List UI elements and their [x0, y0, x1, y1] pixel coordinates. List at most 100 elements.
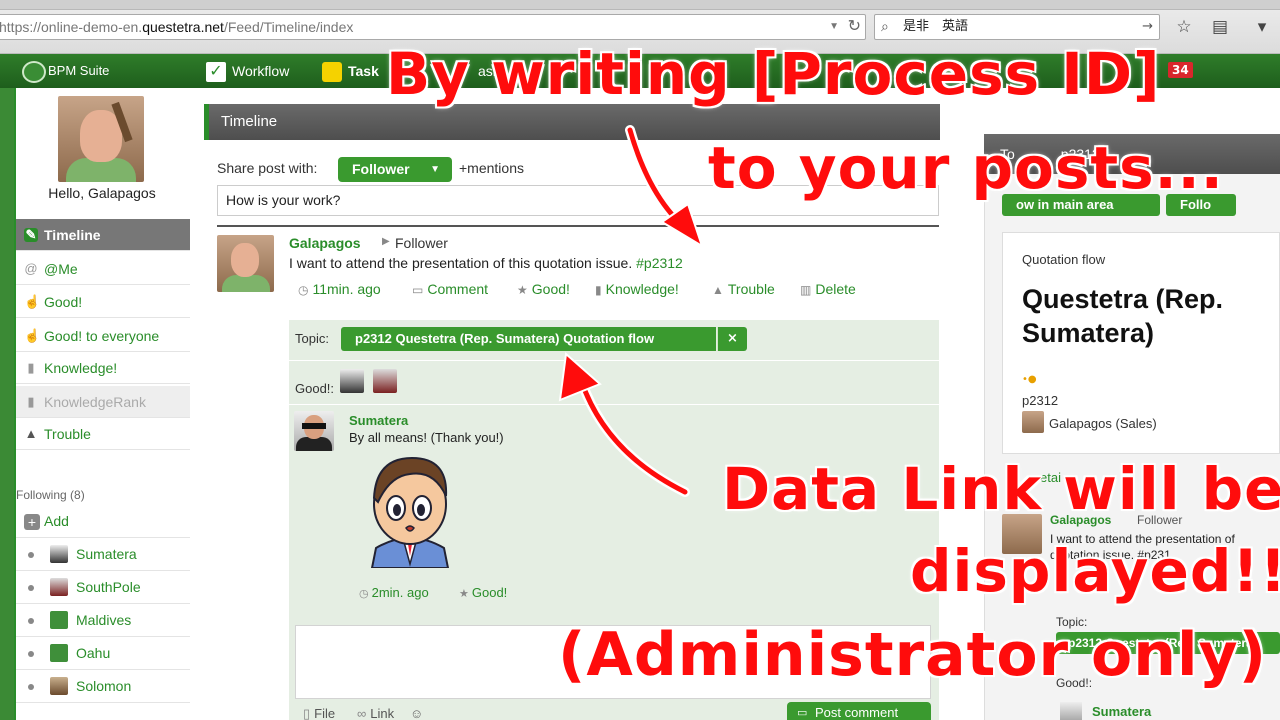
avatar — [50, 545, 68, 563]
bpm-suite-logo[interactable]: BPM Suite — [22, 59, 109, 83]
comment-button[interactable]: ▭ Comment — [412, 281, 488, 297]
following-item[interactable]: Sumatera — [16, 538, 190, 571]
sidebar-edge — [0, 88, 14, 720]
avatar — [1022, 411, 1044, 433]
divider — [289, 360, 939, 361]
post-comment-button[interactable]: ▭ Post comment — [787, 702, 931, 720]
search-icon: ⌕ — [881, 19, 889, 35]
avatar — [50, 677, 68, 695]
avatar — [1060, 702, 1082, 720]
pocket-icon[interactable]: ▾ — [1250, 14, 1274, 40]
url-dropdown-icon[interactable]: ▼ — [829, 15, 839, 39]
nav-workflow-label: Workflow — [232, 63, 290, 79]
process-id-link[interactable]: #p2312 — [636, 255, 683, 271]
address-bar[interactable]: https://online-demo-en.questetra.net/Fee… — [0, 14, 866, 40]
sidebar-item-good[interactable]: ☝ Good! — [16, 286, 190, 318]
sidebar-item-knowledge-rank[interactable]: ▮ KnowledgeRank — [16, 386, 190, 418]
notification-badge[interactable]: 34 — [1168, 62, 1193, 78]
reply-time[interactable]: ◷ 2min. ago — [359, 585, 429, 600]
browser-tab-strip — [0, 0, 1280, 10]
post-audience: Follower — [395, 235, 448, 251]
caption-line-2: to your posts... — [707, 133, 1224, 203]
reply-text: By all means! (Thank you!) — [349, 430, 504, 445]
caption-line-1: By writing [Process ID] — [385, 39, 1161, 109]
post-author[interactable]: Galapagos — [289, 235, 361, 251]
warning-icon: ▲ — [24, 426, 38, 441]
mentions-link[interactable]: +mentions — [459, 160, 524, 176]
nav-workflow[interactable]: ✓ Workflow — [206, 60, 290, 83]
good-button[interactable]: ★ Good! — [517, 281, 570, 297]
status-dot — [28, 684, 34, 690]
share-target-dropdown[interactable]: Follower ▼ — [338, 157, 452, 182]
sidebar-item-timeline[interactable]: ✎ Timeline — [16, 219, 190, 251]
cartoon-sticker — [370, 456, 450, 568]
following-item[interactable]: SouthPole — [16, 571, 190, 604]
user-avatar[interactable] — [58, 96, 144, 182]
following-name: Sumatera — [76, 546, 137, 562]
knowledge-label: Knowledge! — [605, 281, 679, 297]
clock-icon: ◷ — [359, 588, 369, 600]
process-title: Questetra (Rep. Sumatera) — [1022, 284, 1224, 348]
process-model-name: Quotation flow — [1022, 252, 1106, 267]
process-status-dots: •● — [1022, 374, 1037, 385]
sidebar-item-label: Trouble — [44, 426, 91, 442]
data-link-topic[interactable]: p2312 Questetra (Rep. Sumatera) Quotatio… — [341, 327, 716, 351]
knowledge-button[interactable]: ▮ Knowledge! — [595, 281, 679, 297]
sidebar-item-knowledge[interactable]: ▮ Knowledge! — [16, 352, 190, 384]
good-list-label: Good!: — [295, 381, 335, 396]
following-item[interactable]: Oahu — [16, 637, 190, 670]
checkmark-icon: ✓ — [206, 62, 226, 83]
link-icon: ∞ — [357, 706, 367, 720]
following-name: Solomon — [76, 678, 132, 694]
plus-icon: + — [24, 514, 40, 530]
link-button[interactable]: ∞ Link — [357, 706, 394, 720]
status-dot — [28, 585, 34, 591]
close-icon[interactable]: × — [717, 327, 747, 351]
right-reply-author[interactable]: Sumatera — [1092, 704, 1151, 719]
avatar — [50, 578, 68, 596]
good-label: Good! — [531, 281, 570, 297]
star-icon: ★ — [459, 588, 469, 600]
comment-icon: ▭ — [412, 283, 424, 297]
trash-icon: ▥ — [800, 283, 812, 297]
comment-icon: ▭ — [797, 707, 808, 719]
post-time[interactable]: ◷ 11min. ago — [298, 281, 381, 297]
following-name: SouthPole — [76, 579, 141, 595]
sidebar-item-label: Timeline — [44, 227, 101, 243]
reply-good-button[interactable]: ★ Good! — [459, 585, 507, 600]
reply-author[interactable]: Sumatera — [349, 413, 408, 428]
task-icon — [322, 62, 342, 83]
delete-button[interactable]: ▥ Delete — [800, 281, 856, 297]
trouble-button[interactable]: ▲ Trouble — [712, 281, 775, 297]
reload-icon[interactable]: ↻ — [848, 15, 861, 39]
avatar[interactable] — [340, 369, 364, 393]
avatar[interactable] — [217, 235, 274, 292]
file-button[interactable]: ▯ File — [303, 706, 335, 720]
avatar[interactable] — [294, 411, 334, 451]
following-item[interactable]: Maldives — [16, 604, 190, 637]
status-dot — [28, 651, 34, 657]
sidebar-item-at-me[interactable]: @ @Me — [16, 253, 190, 285]
search-go-icon[interactable]: → — [1142, 15, 1153, 39]
emoji-button[interactable]: ☺ — [410, 706, 423, 720]
bookmarks-icon[interactable]: ▤ — [1208, 14, 1232, 40]
share-target-label: Follower — [352, 161, 410, 177]
following-item[interactable]: Solomon — [16, 670, 190, 703]
sidebar-item-trouble[interactable]: ▲ Trouble — [16, 418, 190, 450]
avatar[interactable] — [373, 369, 397, 393]
page: https://online-demo-en.questetra.net/Fee… — [0, 0, 1280, 720]
avatar — [50, 611, 68, 629]
bookmark-star-icon[interactable]: ☆ — [1172, 14, 1196, 40]
share-label: Share post with: — [217, 160, 318, 176]
add-following-button[interactable]: + Add — [16, 505, 190, 538]
rank-icon: ▮ — [27, 394, 35, 409]
thumbs-up-icon: ☝ — [24, 294, 41, 309]
url-host: questetra.net — [142, 19, 224, 35]
sidebar-item-good-everyone[interactable]: ☝ Good! to everyone — [16, 320, 190, 352]
file-label: File — [314, 706, 336, 720]
star-icon: ★ — [517, 283, 528, 297]
nav-task[interactable]: Task — [322, 60, 379, 83]
following-count: Following (8) — [16, 488, 85, 502]
reply-time-label: 2min. ago — [371, 585, 429, 600]
search-input[interactable]: ⌕ 是非 英語 → — [874, 14, 1160, 40]
